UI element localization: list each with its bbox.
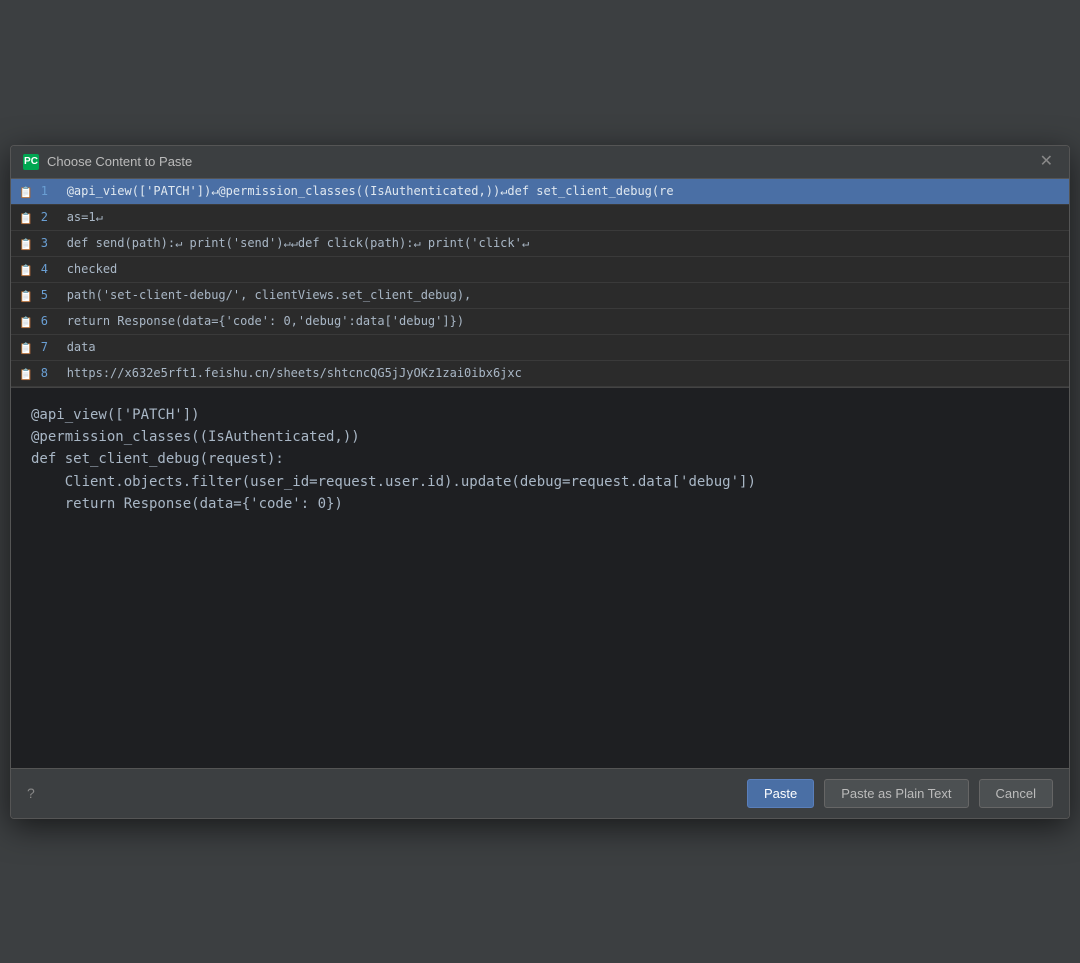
preview-code: @api_view(['PATCH']) @permission_classes…: [31, 404, 1049, 516]
clipboard-icon: 📋: [19, 342, 33, 355]
clipboard-item[interactable]: 📋 7 data: [11, 335, 1069, 361]
clip-number: 1: [41, 184, 59, 198]
clip-text: as=1↵: [67, 210, 1061, 224]
clip-text: @api_view(['PATCH'])↵@permission_classes…: [67, 184, 1061, 198]
clip-text: checked: [67, 262, 1061, 276]
clipboard-item[interactable]: 📋 6 return Response(data={'code': 0,'debug…: [11, 309, 1069, 335]
clip-number: 2: [41, 210, 59, 224]
preview-area: @api_view(['PATCH']) @permission_classes…: [11, 388, 1069, 768]
clipboard-item[interactable]: 📋 8 https://x632e5rft1.feishu.cn/sheets/sh…: [11, 361, 1069, 387]
dialog-title: Choose Content to Paste: [47, 154, 192, 169]
paste-button[interactable]: Paste: [747, 779, 814, 808]
help-button[interactable]: ?: [27, 785, 35, 801]
clipboard-icon: 📋: [19, 368, 33, 381]
clip-number: 6: [41, 314, 59, 328]
clip-number: 7: [41, 340, 59, 354]
clipboard-icon: 📋: [19, 186, 33, 199]
clipboard-item[interactable]: 📋 1 @api_view(['PATCH'])↵@permission_class…: [11, 179, 1069, 205]
clip-text: def send(path):↵ print('send')↵↵def clic…: [67, 236, 1061, 250]
close-button[interactable]: ✕: [1036, 152, 1057, 172]
clip-text: path('set-client-debug/', clientViews.se…: [67, 288, 1061, 302]
app-icon: PC: [23, 154, 39, 170]
clipboard-item[interactable]: 📋 5 path('set-client-debug/', clientViews.…: [11, 283, 1069, 309]
clipboard-item[interactable]: 📋 3 def send(path):↵ print('send')↵↵def cl…: [11, 231, 1069, 257]
clipboard-icon: 📋: [19, 290, 33, 303]
clipboard-icon: 📋: [19, 316, 33, 329]
clipboard-icon: 📋: [19, 264, 33, 277]
clip-number: 8: [41, 366, 59, 380]
clipboard-icon: 📋: [19, 238, 33, 251]
clip-text: return Response(data={'code': 0,'debug':…: [67, 314, 1061, 328]
footer-buttons: Paste Paste as Plain Text Cancel: [747, 779, 1053, 808]
clip-text: data: [67, 340, 1061, 354]
title-bar-left: PC Choose Content to Paste: [23, 154, 192, 170]
footer: ? Paste Paste as Plain Text Cancel: [11, 768, 1069, 818]
clip-number: 3: [41, 236, 59, 250]
cancel-button[interactable]: Cancel: [979, 779, 1053, 808]
clipboard-list: 📋 1 @api_view(['PATCH'])↵@permission_class…: [11, 179, 1069, 388]
paste-plain-button[interactable]: Paste as Plain Text: [824, 779, 968, 808]
clip-text: https://x632e5rft1.feishu.cn/sheets/shtc…: [67, 366, 1061, 380]
clipboard-icon: 📋: [19, 212, 33, 225]
clipboard-item[interactable]: 📋 2 as=1↵: [11, 205, 1069, 231]
clip-number: 5: [41, 288, 59, 302]
choose-content-dialog: PC Choose Content to Paste ✕ 📋 1 @api_view…: [10, 145, 1070, 819]
clipboard-item[interactable]: 📋 4 checked: [11, 257, 1069, 283]
title-bar: PC Choose Content to Paste ✕: [11, 146, 1069, 179]
clip-number: 4: [41, 262, 59, 276]
